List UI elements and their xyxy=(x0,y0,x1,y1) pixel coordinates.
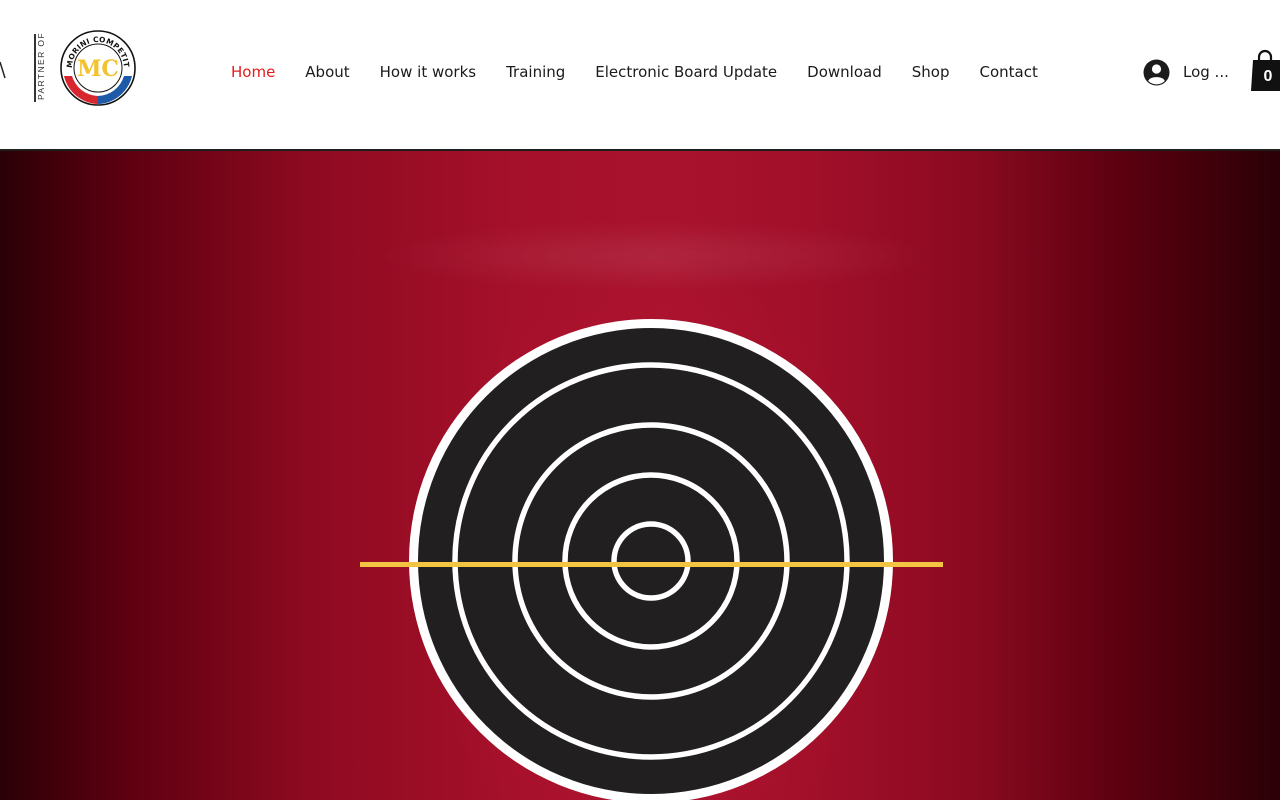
login-button[interactable]: Log ... xyxy=(1143,58,1229,86)
nav-item-training[interactable]: Training xyxy=(491,60,580,84)
partner-of-label: PARTNER OF xyxy=(36,32,46,100)
morini-logo[interactable]: MORINI COMPETITION ARM SA MC xyxy=(54,21,138,108)
brand-logo-fragment[interactable] xyxy=(0,56,6,84)
site-header: PARTNER OF MORINI COMPETITION ARM SA MC … xyxy=(0,0,1280,150)
nav-item-how-it-works[interactable]: How it works xyxy=(365,60,491,84)
logo-monogram: MC xyxy=(77,56,119,82)
nav-item-download[interactable]: Download xyxy=(792,60,897,84)
hero-section xyxy=(0,151,1280,800)
nav-item-electronic-board-update[interactable]: Electronic Board Update xyxy=(580,60,792,84)
target-ring-1 xyxy=(418,328,884,794)
target-graphic xyxy=(360,319,943,800)
cart-button[interactable]: 0 xyxy=(1250,48,1280,92)
nav-item-home[interactable]: Home xyxy=(216,60,290,84)
login-label: Log ... xyxy=(1183,63,1229,81)
target-horizontal-line xyxy=(360,562,943,567)
nav-item-shop[interactable]: Shop xyxy=(897,60,965,84)
nav-item-about[interactable]: About xyxy=(290,60,364,84)
main-navigation: Home About How it works Training Electro… xyxy=(216,60,1053,84)
cart-count-badge: 0 xyxy=(1263,68,1273,85)
user-avatar-icon xyxy=(1143,59,1170,85)
nav-item-contact[interactable]: Contact xyxy=(964,60,1052,84)
